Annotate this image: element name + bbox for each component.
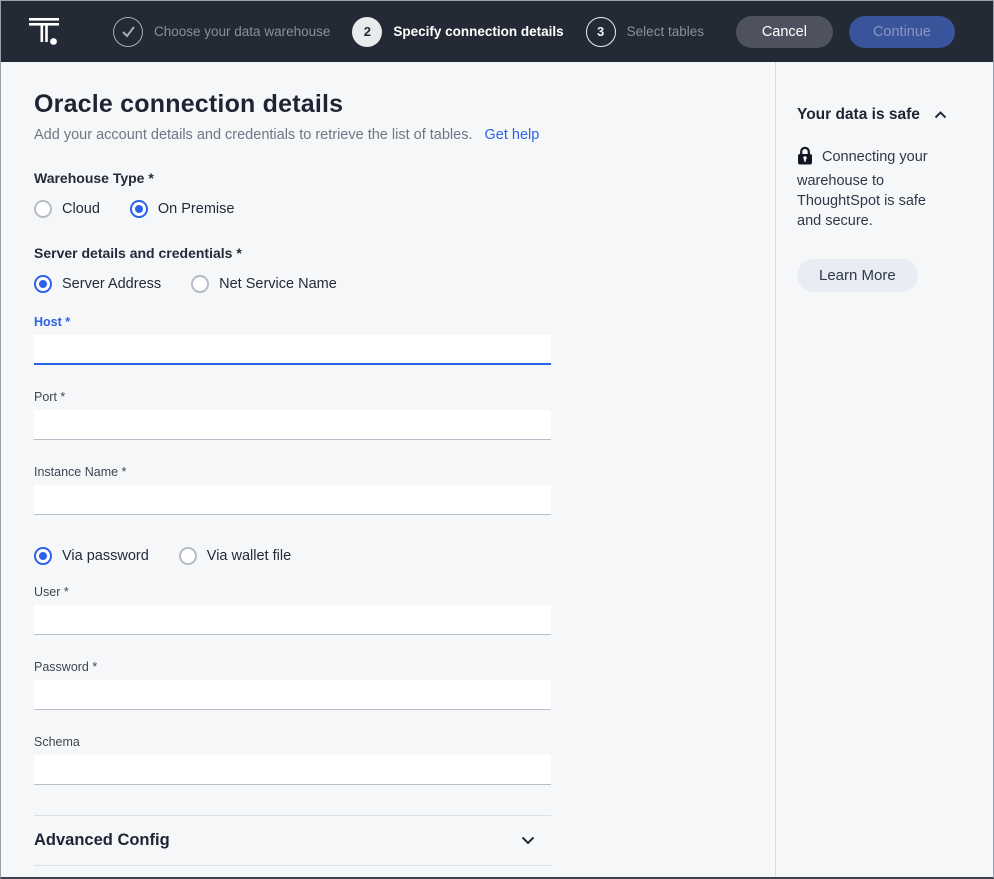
schema-input[interactable] (34, 755, 551, 785)
step-1-label: Choose your data warehouse (154, 24, 330, 39)
step-1-check-circle (113, 17, 143, 47)
advanced-config-label: Advanced Config (34, 831, 170, 850)
step-3-label: Select tables (627, 24, 704, 39)
server-details-options: Server Address Net Service Name (34, 275, 775, 293)
password-label: Password * (34, 660, 551, 674)
radio-cloud[interactable]: Cloud (34, 200, 100, 218)
instance-name-label: Instance Name * (34, 465, 551, 479)
step-3-circle: 3 (586, 17, 616, 47)
port-field-group: Port * (34, 390, 551, 440)
connection-setup-window: Choose your data warehouse 2 Specify con… (0, 0, 994, 879)
cancel-button[interactable]: Cancel (736, 16, 833, 48)
user-field-group: User * (34, 585, 551, 635)
radio-via-wallet-file-control[interactable] (179, 547, 197, 565)
step-select-tables[interactable]: 3 Select tables (586, 17, 704, 47)
radio-via-password-control[interactable] (34, 547, 52, 565)
main-area: Oracle connection details Add your accou… (1, 62, 993, 877)
instance-name-field-group: Instance Name * (34, 465, 551, 515)
chevron-up-icon[interactable] (934, 111, 947, 119)
chevron-down-icon (521, 836, 535, 845)
password-input[interactable] (34, 680, 551, 710)
user-label: User * (34, 585, 551, 599)
radio-on-premise-control[interactable] (130, 200, 148, 218)
page-title: Oracle connection details (34, 90, 775, 119)
thoughtspot-logo-icon (29, 17, 63, 47)
warehouse-type-label: Warehouse Type * (34, 170, 775, 186)
password-field-group: Password * (34, 660, 551, 710)
radio-server-address[interactable]: Server Address (34, 275, 161, 293)
step-2-label: Specify connection details (393, 24, 563, 39)
warehouse-type-options: Cloud On Premise (34, 200, 775, 218)
port-label: Port * (34, 390, 551, 404)
stepper: Choose your data warehouse 2 Specify con… (113, 17, 704, 47)
auth-method-options: Via password Via wallet file (34, 547, 775, 565)
radio-net-service-name[interactable]: Net Service Name (191, 275, 337, 293)
schema-label: Schema (34, 735, 551, 749)
data-safety-title: Your data is safe (797, 106, 920, 124)
lock-icon (797, 146, 813, 171)
learn-more-button[interactable]: Learn More (797, 259, 918, 292)
data-safety-text: Connecting your warehouse to ThoughtSpot… (797, 146, 949, 231)
radio-net-service-name-control[interactable] (191, 275, 209, 293)
server-details-label: Server details and credentials * (34, 245, 775, 261)
continue-button[interactable]: Continue (849, 16, 955, 48)
advanced-config-toggle[interactable]: Advanced Config (34, 816, 551, 865)
divider (34, 865, 551, 866)
schema-field-group: Schema (34, 735, 551, 785)
data-safety-panel: Your data is safe Connecting your wareho… (775, 62, 993, 877)
port-input[interactable] (34, 410, 551, 440)
get-help-link[interactable]: Get help (485, 127, 540, 143)
check-icon (121, 25, 136, 38)
top-bar: Choose your data warehouse 2 Specify con… (1, 1, 993, 62)
host-input[interactable] (34, 335, 551, 365)
host-label: Host * (34, 315, 551, 329)
host-field-group: Host * (34, 315, 551, 365)
instance-name-input[interactable] (34, 485, 551, 515)
radio-via-wallet-file[interactable]: Via wallet file (179, 547, 291, 565)
connection-form: Oracle connection details Add your accou… (1, 62, 775, 877)
data-safety-body: Connecting your warehouse to ThoughtSpot… (797, 149, 928, 229)
radio-server-address-control[interactable] (34, 275, 52, 293)
step-2-circle: 2 (352, 17, 382, 47)
page-subtitle-row: Add your account details and credentials… (34, 127, 775, 143)
step-choose-warehouse[interactable]: Choose your data warehouse (113, 17, 330, 47)
radio-cloud-control[interactable] (34, 200, 52, 218)
page-subtitle: Add your account details and credentials… (34, 127, 472, 143)
radio-on-premise[interactable]: On Premise (130, 200, 235, 218)
step-connection-details[interactable]: 2 Specify connection details (352, 17, 563, 47)
radio-via-password[interactable]: Via password (34, 547, 149, 565)
data-safety-header[interactable]: Your data is safe (797, 106, 969, 124)
user-input[interactable] (34, 605, 551, 635)
